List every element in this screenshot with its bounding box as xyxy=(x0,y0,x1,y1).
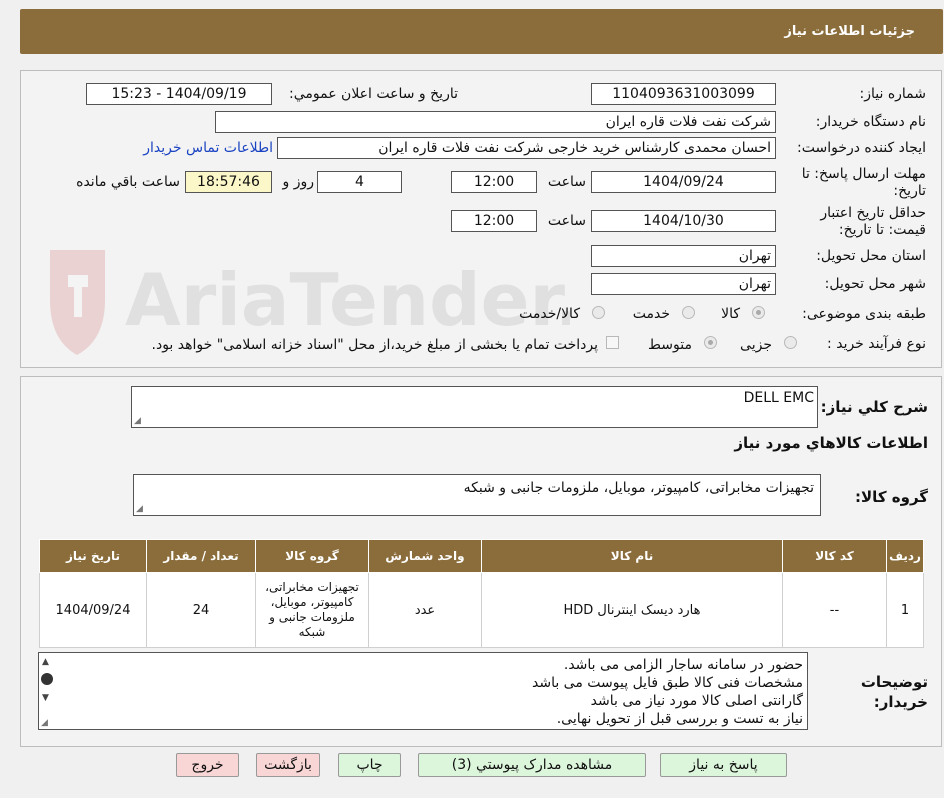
scroll-up-icon[interactable]: ▲ xyxy=(42,657,49,667)
announce-label: تاریخ و ساعت اعلان عمومي: xyxy=(289,86,458,102)
note-line: نیاز به تست و بررسی قبل از تحویل نهایی. xyxy=(556,711,803,727)
category-option-goods: کالا xyxy=(721,306,740,322)
province-label: استان محل تحویل: xyxy=(816,248,926,264)
col-unit: واحد شمارش xyxy=(368,539,482,573)
col-date: تاریخ نیاز xyxy=(39,539,147,573)
buyer-org-field[interactable]: شرکت نفت فلات قاره ایران xyxy=(215,111,776,133)
buyer-notes-label: توضیحات خریدار: xyxy=(860,673,928,711)
days-field[interactable]: 4 xyxy=(317,171,402,193)
deadline-time-field[interactable]: 12:00 xyxy=(451,171,537,193)
goods-table-header: ردیف کد کالا نام کالا واحد شمارش گروه کا… xyxy=(39,539,924,573)
buyer-notes-lines: حضور در سامانه ساجار الزامی می باشد. مشخ… xyxy=(532,656,803,728)
summary-text: DELL EMC xyxy=(743,390,814,406)
province-field[interactable]: تهران xyxy=(591,245,776,267)
deadline-time-label: ساعت xyxy=(547,174,586,190)
cell-unit: عدد xyxy=(368,572,482,648)
goods-table: ردیف کد کالا نام کالا واحد شمارش گروه کا… xyxy=(39,539,924,648)
process-radio-medium[interactable] xyxy=(704,336,717,349)
process-option-minor: جزیی xyxy=(740,337,772,353)
resize-grip-icon[interactable]: ◢ xyxy=(134,416,141,426)
validity-time-label: ساعت xyxy=(547,213,586,229)
need-number-label: شماره نیاز: xyxy=(859,86,927,102)
cell-code: -- xyxy=(782,572,887,648)
validity-label: حداقل تاریخ اعتبار قیمت: تا تاریخ: xyxy=(820,205,926,238)
category-label: طبقه بندی موضوعی: xyxy=(802,306,926,322)
deadline-label: مهلت ارسال پاسخ: تا تاریخ: xyxy=(801,166,926,199)
respond-button[interactable]: پاسخ به نیاز xyxy=(660,753,787,777)
requester-field[interactable]: احسان محمدی کارشناس خرید خارجی شرکت نفت … xyxy=(277,137,776,159)
days-label: روز و xyxy=(282,174,315,190)
goods-info-title: اطلاعات کالاهاي مورد نیاز xyxy=(734,434,928,452)
category-radio-goods-service[interactable] xyxy=(592,306,605,319)
cell-name: هارد دیسک اینترنال HDD xyxy=(481,572,783,648)
exit-button[interactable]: خروج xyxy=(176,753,239,777)
note-line: مشخصات فنی کالا طبق فایل پیوست می باشد xyxy=(531,675,803,691)
cell-group: تجهیزات مخابراتی، کامپیوتر، موبایل، ملزو… xyxy=(255,572,369,648)
treasury-payment-checkbox[interactable] xyxy=(606,336,619,349)
deadline-date-field[interactable]: 1404/09/24 xyxy=(591,171,776,193)
goods-group-label: گروه کالا: xyxy=(855,488,928,506)
treasury-payment-note: پرداخت تمام یا بخشی از مبلغ خرید،از محل … xyxy=(151,337,598,353)
process-label: نوع فرآیند خرید : xyxy=(827,336,926,352)
process-option-medium: متوسط xyxy=(648,337,692,353)
note-line: گارانتی اصلی کالا مورد نیاز می باشد xyxy=(590,693,803,709)
table-row: 1 -- هارد دیسک اینترنال HDD عدد تجهیزات … xyxy=(39,572,924,648)
col-group: گروه کالا xyxy=(255,539,369,573)
requester-label: ایجاد کننده درخواست: xyxy=(797,140,926,156)
scroll-thumb[interactable] xyxy=(41,673,53,685)
summary-label: شرح کلي نیاز: xyxy=(820,398,928,416)
city-label: شهر محل تحویل: xyxy=(824,276,926,292)
goods-group-textarea[interactable]: تجهیزات مخابراتی، کامپیوتر، موبایل، ملزو… xyxy=(133,474,821,516)
buyer-notes-textarea[interactable]: حضور در سامانه ساجار الزامی می باشد. مشخ… xyxy=(38,652,808,730)
col-row: ردیف xyxy=(886,539,924,573)
category-option-goods-service: کالا/خدمت xyxy=(519,306,580,322)
validity-date-field[interactable]: 1404/10/30 xyxy=(591,210,776,232)
resize-grip-icon[interactable]: ◢ xyxy=(41,718,48,728)
validity-time-field[interactable]: 12:00 xyxy=(451,210,537,232)
remaining-label: ساعت باقي مانده xyxy=(76,174,180,190)
process-radio-minor[interactable] xyxy=(784,336,797,349)
category-radio-service[interactable] xyxy=(682,306,695,319)
category-radio-goods[interactable] xyxy=(752,306,765,319)
category-option-service: خدمت xyxy=(632,306,670,322)
announce-field[interactable]: 1404/09/19 - 15:23 xyxy=(86,83,272,105)
print-button[interactable]: چاپ xyxy=(338,753,401,777)
cell-row: 1 xyxy=(886,572,924,648)
page-title: جزئیات اطلاعات نیاز xyxy=(784,24,915,39)
cell-qty: 24 xyxy=(146,572,256,648)
summary-textarea[interactable]: DELL EMC ◢ xyxy=(131,386,818,428)
resize-grip-icon[interactable]: ◢ xyxy=(136,504,143,514)
col-qty: تعداد / مقدار xyxy=(146,539,256,573)
remaining-time-field: 18:57:46 xyxy=(185,171,272,193)
back-button[interactable]: بازگشت xyxy=(256,753,320,777)
page-header: جزئیات اطلاعات نیاز xyxy=(20,9,943,54)
col-name: نام کالا xyxy=(481,539,783,573)
attachments-button[interactable]: مشاهده مدارک پیوستي (3) xyxy=(418,753,646,777)
goods-group-text: تجهیزات مخابراتی، کامپیوتر، موبایل، ملزو… xyxy=(463,480,814,496)
cell-date: 1404/09/24 xyxy=(39,572,147,648)
buyer-org-label: نام دستگاه خريدار: xyxy=(815,114,926,130)
city-field[interactable]: تهران xyxy=(591,273,776,295)
col-code: کد کالا xyxy=(782,539,887,573)
need-number-field[interactable]: 1104093631003099 xyxy=(591,83,776,105)
buyer-contact-link[interactable]: اطلاعات تماس خريدار xyxy=(143,140,273,156)
note-line: حضور در سامانه ساجار الزامی می باشد. xyxy=(563,657,803,673)
scroll-down-icon[interactable]: ▼ xyxy=(42,693,49,703)
